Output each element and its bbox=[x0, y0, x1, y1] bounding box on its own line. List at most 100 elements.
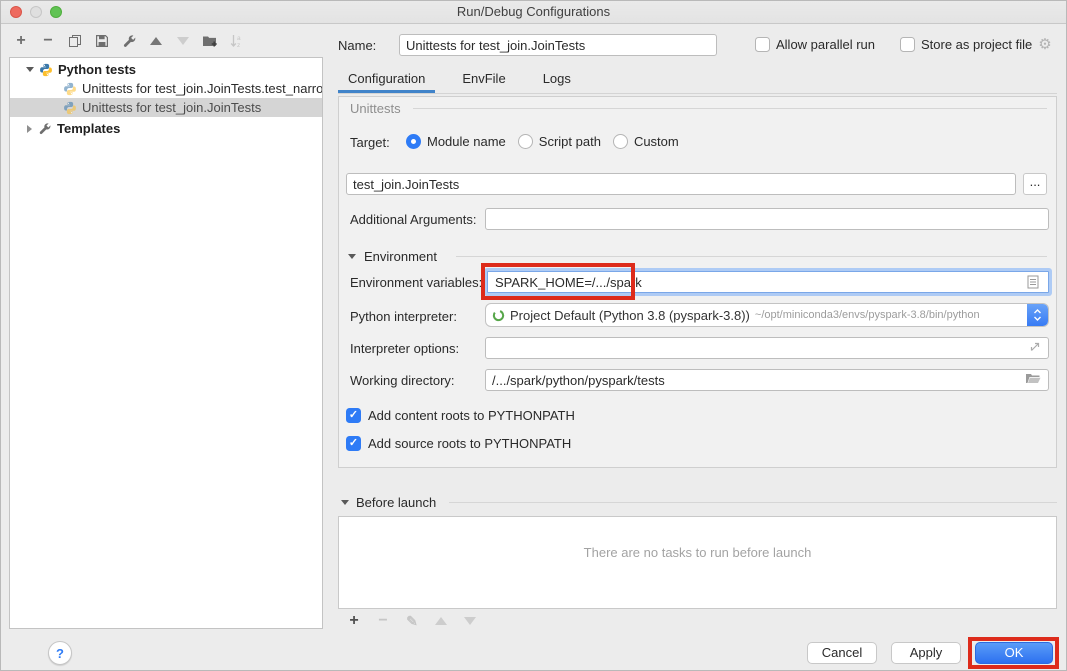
cancel-button[interactable]: Cancel bbox=[807, 642, 877, 664]
svg-text:a: a bbox=[237, 35, 241, 42]
interpreter-options-input[interactable] bbox=[485, 337, 1049, 359]
ellipsis-icon: ... bbox=[1030, 174, 1041, 189]
help-button[interactable]: ? bbox=[48, 641, 72, 665]
working-directory-input[interactable] bbox=[485, 369, 1049, 391]
before-launch-section-toggle[interactable]: Before launch bbox=[341, 495, 436, 510]
tree-item-label: Unittests for test_join.JoinTests.test_n… bbox=[82, 81, 322, 96]
add-task-button[interactable]: + bbox=[346, 613, 362, 629]
tab-configuration[interactable]: Configuration bbox=[338, 69, 435, 93]
plus-icon: + bbox=[349, 614, 358, 628]
run-debug-configurations-dialog: Run/Debug Configurations + − az bbox=[0, 0, 1067, 671]
save-config-button[interactable] bbox=[94, 33, 110, 49]
conda-env-icon bbox=[492, 309, 505, 322]
target-label: Target: bbox=[350, 135, 390, 150]
add-source-roots-label: Add source roots to PYTHONPATH bbox=[368, 436, 571, 451]
expand-field-icon[interactable] bbox=[1029, 341, 1041, 353]
ok-button[interactable]: OK bbox=[975, 642, 1053, 664]
environment-section-toggle[interactable]: Environment bbox=[348, 249, 437, 264]
remove-config-button[interactable]: − bbox=[40, 33, 56, 49]
interpreter-options-label: Interpreter options: bbox=[350, 341, 459, 356]
chevron-down-icon bbox=[348, 254, 356, 259]
plus-icon: + bbox=[16, 34, 25, 48]
tree-item-unittests-jointests[interactable]: Unittests for test_join.JoinTests bbox=[10, 98, 322, 117]
edit-templates-button[interactable] bbox=[121, 33, 137, 49]
tab-envfile[interactable]: EnvFile bbox=[452, 69, 515, 93]
python-interpreter-value: Project Default (Python 3.8 (pyspark-3.8… bbox=[510, 308, 750, 323]
add-content-roots-label: Add content roots to PYTHONPATH bbox=[368, 408, 575, 423]
tree-item-templates[interactable]: Templates bbox=[10, 119, 322, 138]
store-as-project-file-checkbox[interactable] bbox=[900, 37, 915, 52]
edit-task-button[interactable]: ✎ bbox=[404, 613, 420, 629]
tree-item-python-tests[interactable]: Python tests bbox=[10, 60, 322, 79]
additional-arguments-label: Additional Arguments: bbox=[350, 212, 476, 227]
separator-line bbox=[449, 502, 1057, 503]
remove-task-button[interactable]: − bbox=[375, 613, 391, 629]
target-option-custom[interactable]: Custom bbox=[613, 134, 679, 149]
store-as-project-file-label: Store as project file bbox=[921, 37, 1032, 52]
close-button[interactable] bbox=[10, 6, 22, 18]
additional-arguments-input[interactable] bbox=[485, 208, 1049, 230]
separator-line bbox=[413, 108, 1047, 109]
name-input[interactable] bbox=[399, 34, 717, 56]
add-content-roots-checkbox[interactable] bbox=[346, 408, 361, 423]
environment-section-label: Environment bbox=[364, 249, 437, 264]
add-config-button[interactable]: + bbox=[13, 33, 29, 49]
working-directory-label: Working directory: bbox=[350, 373, 455, 388]
minus-icon: − bbox=[378, 614, 387, 628]
config-tree: Python tests Unittests for test_join.Joi… bbox=[9, 57, 323, 629]
arrow-up-icon bbox=[150, 37, 162, 45]
env-vars-browse-icon[interactable] bbox=[1027, 275, 1039, 289]
arrow-down-icon bbox=[177, 37, 189, 45]
allow-parallel-run-checkbox[interactable] bbox=[755, 37, 770, 52]
separator-line bbox=[456, 256, 1047, 257]
chevron-down-icon bbox=[341, 500, 349, 505]
chevron-right-icon[interactable] bbox=[27, 125, 32, 133]
sort-az-icon: az bbox=[230, 34, 244, 48]
add-source-roots-checkbox[interactable] bbox=[346, 436, 361, 451]
tree-item-unittests-test-narrow[interactable]: Unittests for test_join.JoinTests.test_n… bbox=[10, 79, 322, 98]
radio-script-path[interactable] bbox=[518, 134, 533, 149]
radio-module-name[interactable] bbox=[406, 134, 421, 149]
store-as-project-file-option: Store as project file ⚙ bbox=[900, 37, 1052, 52]
unittests-section-header: Unittests bbox=[350, 101, 1047, 116]
no-tasks-message: There are no tasks to run before launch bbox=[339, 545, 1056, 560]
task-down-button[interactable] bbox=[462, 613, 478, 629]
minus-icon: − bbox=[43, 34, 52, 48]
titlebar: Run/Debug Configurations bbox=[1, 1, 1066, 24]
svg-text:z: z bbox=[237, 42, 240, 48]
tree-item-label: Python tests bbox=[58, 62, 136, 77]
name-label: Name: bbox=[338, 38, 376, 53]
sort-configs-button[interactable]: az bbox=[229, 33, 245, 49]
apply-button[interactable]: Apply bbox=[891, 642, 961, 664]
task-up-button[interactable] bbox=[433, 613, 449, 629]
radio-custom[interactable] bbox=[613, 134, 628, 149]
combobox-stepper-icon[interactable] bbox=[1027, 303, 1048, 327]
module-name-input[interactable] bbox=[346, 173, 1016, 195]
zoom-button[interactable] bbox=[50, 6, 62, 18]
window-title: Run/Debug Configurations bbox=[1, 1, 1066, 23]
minimize-button[interactable] bbox=[30, 6, 42, 18]
move-down-button[interactable] bbox=[175, 33, 191, 49]
browse-module-button[interactable]: ... bbox=[1023, 173, 1047, 195]
new-folder-button[interactable] bbox=[202, 33, 218, 49]
save-icon bbox=[95, 34, 109, 48]
python-interpreter-label: Python interpreter: bbox=[350, 309, 457, 324]
unittests-section-label: Unittests bbox=[350, 101, 401, 116]
config-tabs: Configuration EnvFile Logs bbox=[338, 69, 1057, 94]
environment-variables-input[interactable] bbox=[487, 271, 1049, 293]
folder-icon[interactable] bbox=[1025, 373, 1041, 385]
before-launch-toolbar: + − ✎ bbox=[346, 613, 478, 629]
before-launch-section-label: Before launch bbox=[356, 495, 436, 510]
python-interpreter-path: ~/opt/miniconda3/envs/pyspark-3.8/bin/py… bbox=[755, 309, 980, 321]
gear-icon[interactable]: ⚙ bbox=[1038, 37, 1051, 52]
wrench-icon bbox=[38, 122, 52, 136]
arrow-down-icon bbox=[464, 617, 476, 625]
target-option-script-path[interactable]: Script path bbox=[518, 134, 601, 149]
copy-config-button[interactable] bbox=[67, 33, 83, 49]
python-icon bbox=[63, 82, 77, 96]
chevron-down-icon[interactable] bbox=[26, 67, 34, 72]
python-interpreter-select[interactable]: Project Default (Python 3.8 (pyspark-3.8… bbox=[485, 303, 1049, 327]
target-option-module-name[interactable]: Module name bbox=[406, 134, 506, 149]
tab-logs[interactable]: Logs bbox=[533, 69, 581, 93]
move-up-button[interactable] bbox=[148, 33, 164, 49]
